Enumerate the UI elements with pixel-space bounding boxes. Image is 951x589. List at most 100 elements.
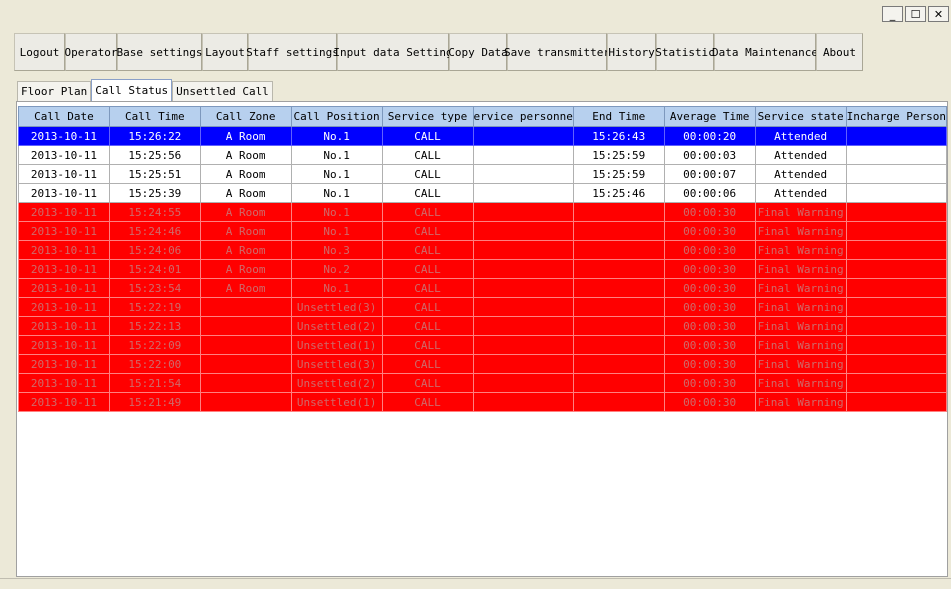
- maximize-button[interactable]: ☐: [905, 6, 926, 22]
- cell-call-date: 2013-10-11: [18, 240, 110, 260]
- table-row[interactable]: 2013-10-11 15:22:09 Unsettled(1) CALL 00:00:…: [18, 335, 947, 355]
- cell-service-state: Attended: [754, 164, 847, 184]
- minimize-button[interactable]: _: [882, 6, 903, 22]
- input-data-setting-button[interactable]: Input data Setting: [333, 33, 453, 71]
- cell-ervice-personne: [472, 202, 574, 222]
- copy-data-button[interactable]: Copy Data: [448, 33, 508, 71]
- cell-ervice-personne: [472, 354, 574, 374]
- call-status-panel: Call Date Call Time Call Zone Call Position…: [16, 101, 948, 577]
- column-header-call-date[interactable]: Call Date: [18, 106, 110, 127]
- logout-button[interactable]: Logout: [14, 33, 65, 71]
- about-button[interactable]: About: [816, 33, 863, 71]
- cell-end-time: 15:25:59: [572, 164, 665, 184]
- table-row[interactable]: 2013-10-11 15:22:19 Unsettled(3) CALL 00:00:…: [18, 297, 947, 317]
- cell-service-type: CALL: [381, 259, 474, 279]
- tab-bar: Floor Plan Call Status Unsettled Call: [17, 79, 273, 101]
- cell-call-zone: [199, 373, 292, 393]
- staff-settings-button[interactable]: Staff settings: [246, 33, 339, 71]
- cell-average-time: 00:00:20: [663, 126, 756, 146]
- column-header-call-zone[interactable]: Call Zone: [199, 106, 292, 127]
- cell-average-time: 00:00:07: [663, 164, 756, 184]
- cell-ervice-personne: [472, 164, 574, 184]
- cell-ervice-personne: [472, 221, 574, 241]
- statistic-button[interactable]: Statistic: [655, 33, 715, 71]
- cell-service-type: CALL: [381, 164, 474, 184]
- cell-call-date: 2013-10-11: [18, 335, 110, 355]
- column-header-average-time[interactable]: Average Time: [663, 106, 756, 127]
- cell-average-time: 00:00:30: [663, 259, 756, 279]
- cell-call-time: 15:21:49: [108, 392, 201, 412]
- base-settings-button[interactable]: Base settings: [116, 33, 203, 71]
- cell-service-type: CALL: [381, 373, 474, 393]
- cell-call-zone: A Room: [199, 202, 292, 222]
- cell-end-time: [572, 373, 665, 393]
- cell-call-date: 2013-10-11: [18, 221, 110, 241]
- table-row[interactable]: 2013-10-11 15:24:06 A Room No.3 CALL 00:00:30…: [18, 240, 947, 260]
- cell-end-time: [572, 221, 665, 241]
- table-row[interactable]: 2013-10-11 15:23:54 A Room No.1 CALL 00:00:30…: [18, 278, 947, 298]
- table-row[interactable]: 2013-10-11 15:22:00 Unsettled(3) CALL 00:00:…: [18, 354, 947, 374]
- cell-call-time: 15:23:54: [108, 278, 201, 298]
- column-header-call-position[interactable]: Call Position: [290, 106, 383, 127]
- call-status-table: Call Date Call Time Call Zone Call Position…: [18, 106, 947, 412]
- cell-average-time: 00:00:30: [663, 373, 756, 393]
- title-bar: _ ☐ ✕: [0, 0, 951, 30]
- cell-call-position: No.1: [290, 202, 383, 222]
- cell-call-time: 15:24:06: [108, 240, 201, 260]
- cell-ervice-personne: [472, 145, 574, 165]
- cell-service-state: Final Warning: [754, 373, 847, 393]
- cell-service-type: CALL: [381, 316, 474, 336]
- table-row[interactable]: 2013-10-11 15:21:49 Unsettled(1) CALL 00:00:…: [18, 392, 947, 412]
- close-button[interactable]: ✕: [928, 6, 949, 22]
- table-row[interactable]: 2013-10-11 15:24:46 A Room No.1 CALL 00:00:30…: [18, 221, 947, 241]
- cell-call-position: No.3: [290, 240, 383, 260]
- table-row[interactable]: 2013-10-11 15:24:01 A Room No.2 CALL 00:00:30…: [18, 259, 947, 279]
- cell-call-date: 2013-10-11: [18, 164, 110, 184]
- cell-call-zone: [199, 297, 292, 317]
- cell-service-state: Final Warning: [754, 278, 847, 298]
- table-row[interactable]: 2013-10-11 15:25:56 A Room No.1 CALL 15:25:59…: [18, 145, 947, 165]
- cell-call-position: Unsettled(1): [290, 335, 383, 355]
- data-maintenance-button[interactable]: Data Maintenance: [712, 33, 818, 71]
- table-row[interactable]: 2013-10-11 15:25:51 A Room No.1 CALL 15:25:59…: [18, 164, 947, 184]
- cell-call-time: 15:25:39: [108, 183, 201, 203]
- tab-unsettled-call[interactable]: Unsettled Call: [172, 81, 273, 101]
- column-header-call-time[interactable]: Call Time: [108, 106, 201, 127]
- cell-ervice-personne: [472, 278, 574, 298]
- cell-call-time: 15:21:54: [108, 373, 201, 393]
- operator-button[interactable]: Operator: [65, 33, 118, 71]
- cell-incharge-person: [845, 392, 947, 412]
- column-header-service-state[interactable]: Service state: [754, 106, 847, 127]
- table-row[interactable]: 2013-10-11 15:22:13 Unsettled(2) CALL 00:00:…: [18, 316, 947, 336]
- cell-call-position: No.1: [290, 183, 383, 203]
- cell-service-state: Final Warning: [754, 354, 847, 374]
- cell-call-zone: [199, 316, 292, 336]
- cell-incharge-person: [845, 164, 947, 184]
- cell-service-type: CALL: [381, 240, 474, 260]
- cell-service-state: Attended: [754, 126, 847, 146]
- column-header-service-type[interactable]: Service type: [381, 106, 474, 127]
- table-row[interactable]: 2013-10-11 15:26:22 A Room No.1 CALL 15:26:43…: [18, 126, 947, 146]
- table-row[interactable]: 2013-10-11 15:24:55 A Room No.1 CALL 00:00:30…: [18, 202, 947, 222]
- cell-end-time: [572, 392, 665, 412]
- table-row[interactable]: 2013-10-11 15:25:39 A Room No.1 CALL 15:25:46…: [18, 183, 947, 203]
- column-header-incharge-person[interactable]: Incharge Person: [845, 106, 947, 127]
- cell-service-state: Attended: [754, 183, 847, 203]
- cell-service-type: CALL: [381, 354, 474, 374]
- tab-call-status[interactable]: Call Status: [91, 79, 173, 101]
- cell-ervice-personne: [472, 183, 574, 203]
- cell-service-state: Final Warning: [754, 240, 847, 260]
- cell-call-date: 2013-10-11: [18, 259, 110, 279]
- save-transmitter-button[interactable]: Save transmitter: [504, 33, 610, 71]
- cell-average-time: 00:00:30: [663, 221, 756, 241]
- table-row[interactable]: 2013-10-11 15:21:54 Unsettled(2) CALL 00:00:…: [18, 373, 947, 393]
- tab-floor-plan[interactable]: Floor Plan: [17, 81, 92, 101]
- layout-button[interactable]: Layout: [202, 33, 248, 71]
- column-header-ervice-personne[interactable]: ervice personne: [472, 106, 574, 127]
- cell-call-date: 2013-10-11: [18, 183, 110, 203]
- column-header-end-time[interactable]: End Time: [572, 106, 665, 127]
- cell-ervice-personne: [472, 259, 574, 279]
- history-button[interactable]: History: [607, 33, 656, 71]
- cell-average-time: 00:00:06: [663, 183, 756, 203]
- cell-call-time: 15:24:46: [108, 221, 201, 241]
